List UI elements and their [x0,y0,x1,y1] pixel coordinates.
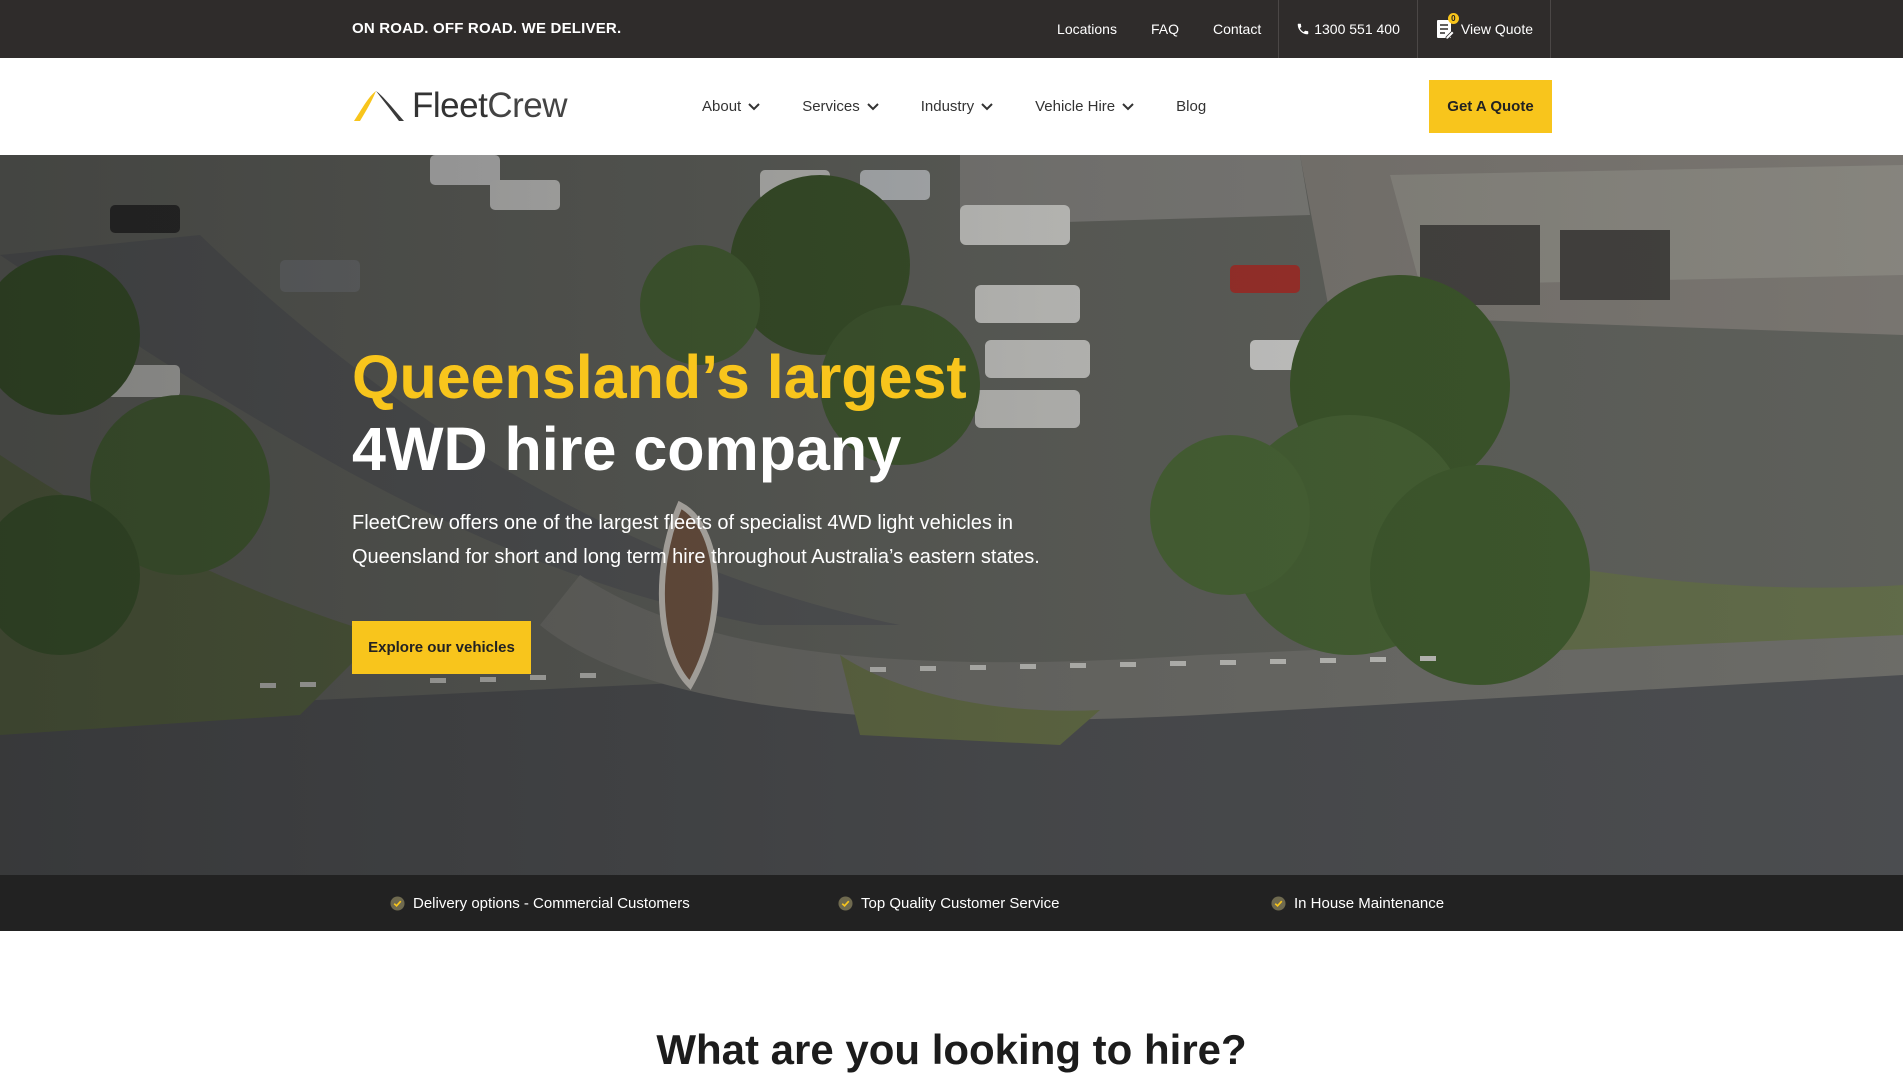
logo-text-crew: Crew [487,86,567,125]
nav-item-vehicle-hire[interactable]: Vehicle Hire [1035,98,1134,115]
nav-item-label: Vehicle Hire [1035,98,1116,115]
hero-heading-line2: 4WD hire company [352,415,902,483]
nav-item-label: Blog [1176,98,1207,115]
check-circle-icon [838,895,853,911]
logo-mark-icon [354,91,404,121]
view-quote-label: View Quote [1460,21,1533,37]
top-bar: ON ROAD. OFF ROAD. WE DELIVER. Locations… [0,0,1903,58]
phone-number: 1300 551 400 [1314,21,1400,37]
section-title-hire: What are you looking to hire? [656,1026,1247,1073]
top-link-contact[interactable]: Contact [1196,0,1278,58]
hero-section: Queensland’s largest 4WD hire company Fl… [0,155,1903,875]
nav-item-services[interactable]: Services [802,98,879,115]
nav-item-label: Services [802,98,860,115]
explore-vehicles-button[interactable]: Explore our vehicles [352,621,531,674]
feature-label: Delivery options - Commercial Customers [413,894,690,912]
main-nav: About Services Industry Vehicle Hire Blo… [702,58,1206,155]
view-quote-link[interactable]: 0 View Quote [1416,0,1551,58]
features-strip: Delivery options - Commercial Customers … [0,875,1903,931]
quote-list-icon: 0 [1435,13,1459,41]
chevron-down-icon [1122,102,1134,110]
nav-item-blog[interactable]: Blog [1176,98,1206,115]
fleetcrew-logo[interactable]: FleetCrew [352,86,567,126]
chevron-down-icon [981,102,993,110]
tagline: ON ROAD. OFF ROAD. WE DELIVER. [352,20,622,37]
logo-text: FleetCrew [412,86,567,126]
hero-heading: Queensland’s largest 4WD hire company [352,341,967,485]
chevron-down-icon [867,102,879,110]
top-links: Locations FAQ Contact 1300 551 400 0 Vie… [1040,0,1551,58]
nav-item-label: Industry [920,98,975,115]
main-header: FleetCrew About Services Industry Vehicl… [0,58,1903,155]
top-link-faq[interactable]: FAQ [1134,0,1196,58]
check-circle-icon [390,895,405,911]
check-circle-icon [1271,895,1286,911]
feature-item-delivery: Delivery options - Commercial Customers [390,875,690,931]
phone-icon [1297,23,1309,35]
hero-heading-line1: Queensland’s largest [352,343,967,411]
feature-item-customer-service: Top Quality Customer Service [838,875,1059,931]
top-link-locations[interactable]: Locations [1040,0,1134,58]
feature-label: In House Maintenance [1294,894,1445,912]
chevron-down-icon [748,102,760,110]
nav-item-industry[interactable]: Industry [921,98,993,115]
nav-item-about[interactable]: About [702,98,760,115]
hero-description: FleetCrew offers one of the largest flee… [352,512,1040,568]
phone-link[interactable]: 1300 551 400 [1278,0,1417,58]
logo-text-fleet: Fleet [412,86,488,125]
feature-label: Top Quality Customer Service [861,894,1060,912]
feature-item-maintenance: In House Maintenance [1271,875,1444,931]
get-a-quote-button[interactable]: Get A Quote [1429,80,1552,133]
nav-item-label: About [702,98,742,115]
quote-count-badge: 0 [1447,13,1459,24]
